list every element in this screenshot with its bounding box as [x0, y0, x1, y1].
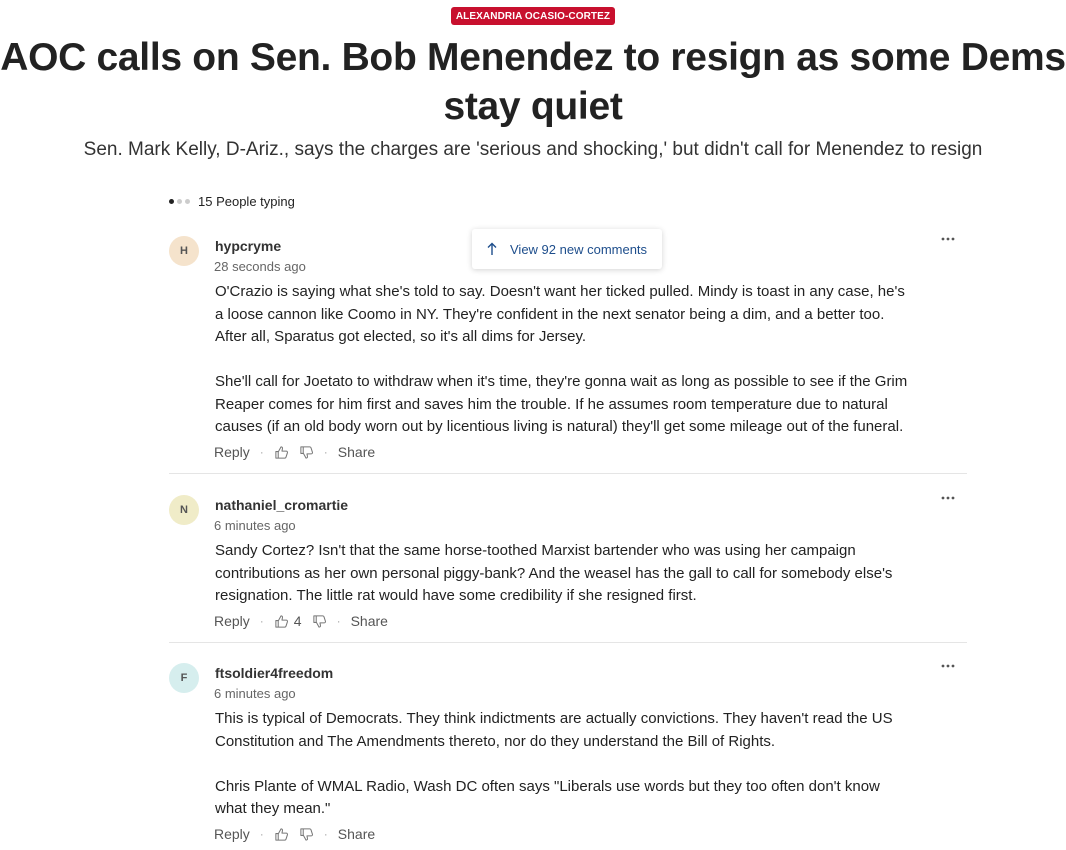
comment-username[interactable]: nathaniel_cromartie — [215, 497, 348, 513]
separator: · — [259, 445, 264, 459]
share-button[interactable]: Share — [338, 826, 375, 842]
comment: N nathaniel_cromartie 6 minutes ago Sand… — [169, 487, 967, 643]
typing-dots-icon — [169, 199, 190, 204]
headline-line-2: stay quiet — [443, 85, 623, 128]
separator: · — [259, 614, 264, 628]
comment-line: causes (if an old body worn out by licen… — [215, 418, 904, 435]
reply-button[interactable]: Reply — [214, 826, 250, 842]
comment-timestamp: 6 minutes ago — [214, 518, 296, 533]
comment-line: This is typical of Democrats. They think… — [215, 710, 893, 727]
avatar-initial: F — [180, 672, 188, 684]
comment-body: Sandy Cortez? Isn't that the same horse-… — [215, 540, 925, 608]
comment-line: Chris Plante of WMAL Radio, Wash DC ofte… — [215, 777, 880, 795]
comment-line: resignation. The little rat would have s… — [215, 587, 697, 604]
comment-divider — [169, 473, 967, 474]
comment: F ftsoldier4freedom 6 minutes ago This i… — [169, 655, 967, 850]
comment-timestamp: 6 minutes ago — [214, 686, 296, 701]
separator: · — [259, 827, 264, 841]
thumbs-down-icon[interactable] — [312, 614, 327, 629]
comment-divider — [169, 642, 967, 643]
avatar-initial: H — [180, 245, 188, 257]
article-tag[interactable]: ALEXANDRIA OCASIO-CORTEZ — [450, 7, 616, 25]
comment-line: Constitution and The Amendments thereto,… — [215, 732, 776, 750]
avatar-initial: N — [180, 504, 188, 516]
separator: · — [336, 614, 341, 628]
typing-text: 15 People typing — [198, 194, 295, 209]
avatar[interactable]: F — [169, 663, 199, 693]
thumbs-down-icon[interactable] — [299, 827, 314, 842]
comment-timestamp: 28 seconds ago — [214, 259, 306, 274]
separator: · — [323, 445, 328, 459]
avatar[interactable]: N — [169, 495, 199, 525]
typing-indicator: 15 People typing — [169, 194, 295, 209]
reply-button[interactable]: Reply — [214, 613, 250, 629]
share-button[interactable]: Share — [338, 444, 375, 460]
article-headline: AOC calls on Sen. Bob Menendez to resign… — [0, 33, 1066, 131]
separator: · — [323, 827, 328, 841]
comment: H hypcryme 28 seconds ago O'Crazio is sa… — [169, 228, 967, 474]
article-subhead: Sen. Mark Kelly, D-Ariz., says the charg… — [83, 139, 983, 160]
comment-line: Reaper comes for him first and saves him… — [215, 395, 888, 413]
article-tag-wrap: ALEXANDRIA OCASIO-CORTEZ — [0, 6, 1066, 25]
comment-line: O'Crazio is saying what she's told to sa… — [215, 283, 905, 300]
comment-actions: Reply · · Share — [214, 826, 375, 842]
thumbs-up-icon[interactable] — [274, 827, 289, 842]
more-options-icon[interactable] — [941, 236, 955, 242]
comment-body: This is typical of Democrats. They think… — [215, 708, 925, 821]
avatar[interactable]: H — [169, 236, 199, 266]
comment-line: After all, Sparatus got elected, so it's… — [215, 328, 587, 345]
comment-line: Sandy Cortez? Isn't that the same horse-… — [215, 542, 856, 559]
comment-line: She'll call for Joetato to withdraw when… — [215, 373, 908, 390]
comment-body: O'Crazio is saying what she's told to sa… — [215, 281, 925, 439]
comment-actions: Reply · 4 · Share — [214, 613, 388, 629]
more-options-icon[interactable] — [941, 495, 955, 501]
thumbs-up-icon[interactable] — [274, 445, 289, 460]
comment-username[interactable]: ftsoldier4freedom — [215, 665, 333, 681]
reply-button[interactable]: Reply — [214, 444, 250, 460]
more-options-icon[interactable] — [941, 663, 955, 669]
comment-line: contributions as her own personal piggy-… — [215, 564, 893, 582]
comment-username[interactable]: hypcryme — [215, 238, 281, 254]
thumbs-up-icon[interactable] — [274, 614, 289, 629]
comment-line: what they mean." — [215, 800, 331, 817]
share-button[interactable]: Share — [351, 613, 388, 629]
thumbs-down-icon[interactable] — [299, 445, 314, 460]
comment-actions: Reply · · Share — [214, 444, 375, 460]
comment-line: a loose cannon like Coomo in NY. They're… — [215, 305, 885, 323]
headline-line-1: AOC calls on Sen. Bob Menendez to resign… — [0, 36, 1066, 79]
like-count: 4 — [293, 613, 302, 629]
